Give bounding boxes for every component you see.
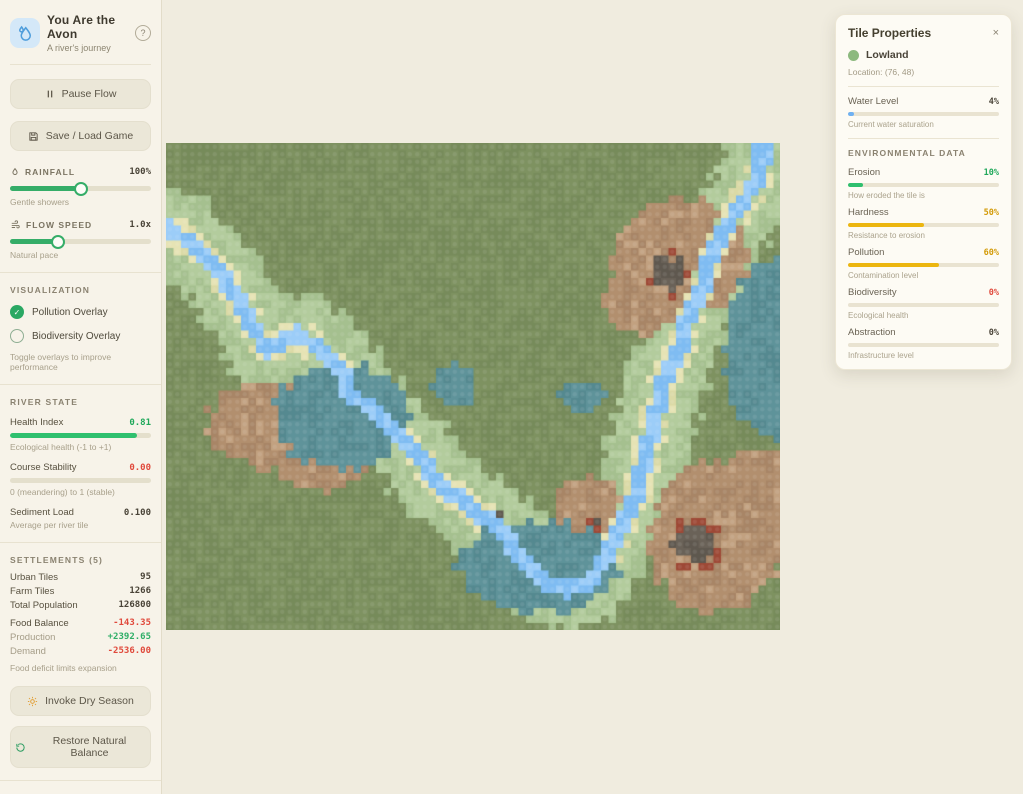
- course-stability-metric: Course Stability 0.00 0 (meandering) to …: [10, 462, 151, 497]
- terrain-type-label: Lowland: [866, 49, 909, 61]
- flow-speed-caption: Natural pace: [10, 250, 151, 260]
- rainfall-label: RAINFALL: [25, 167, 75, 177]
- biodiversity-metric: Biodiversity 0% Ecological health: [848, 287, 999, 320]
- settlements-heading: SETTLEMENTS (5): [10, 555, 151, 565]
- sun-icon: [27, 696, 38, 707]
- invoke-dry-season-button[interactable]: Invoke Dry Season: [10, 686, 151, 716]
- health-index-metric: Health Index 0.81 Ecological health (-1 …: [10, 417, 151, 452]
- river-state-heading: RIVER STATE: [10, 397, 151, 407]
- course-stability-bar: [10, 478, 151, 483]
- check-circle-icon: ✓: [10, 305, 24, 319]
- farm-tiles-row: Farm Tiles 1266: [10, 586, 151, 597]
- visualization-caption: Toggle overlays to improve performance: [10, 352, 151, 372]
- page-subtitle: A river's journey: [47, 43, 128, 53]
- course-stability-label: Course Stability: [10, 462, 77, 473]
- pause-flow-label: Pause Flow: [62, 88, 117, 100]
- sediment-load-label: Sediment Load: [10, 507, 74, 518]
- rainfall-slider-thumb[interactable]: [74, 182, 88, 196]
- pollution-metric: Pollution 60% Contamination level: [848, 247, 999, 280]
- health-index-value: 0.81: [129, 418, 151, 428]
- pause-flow-button[interactable]: Pause Flow: [10, 79, 151, 109]
- flow-speed-slider[interactable]: [10, 239, 151, 244]
- save-load-label: Save / Load Game: [46, 130, 134, 142]
- app-header: You Are the Avon A river's journey ?: [10, 0, 151, 65]
- flow-speed-slider-block: FLOW SPEED 1.0x Natural pace: [10, 220, 151, 260]
- erosion-metric: Erosion 10% How eroded the tile is: [848, 167, 999, 200]
- restore-icon: [15, 742, 26, 753]
- flow-speed-value: 1.0x: [129, 220, 151, 230]
- help-icon[interactable]: ?: [135, 25, 151, 41]
- demand-row: Demand -2536.00: [10, 646, 151, 657]
- empty-circle-icon: [10, 329, 24, 343]
- rainfall-caption: Gentle showers: [10, 197, 151, 207]
- flow-speed-slider-thumb[interactable]: [51, 235, 65, 249]
- sediment-load-value: 0.100: [124, 508, 151, 518]
- flow-speed-label: FLOW SPEED: [26, 220, 92, 230]
- game-map-canvas[interactable]: [166, 143, 780, 630]
- sidebar: You Are the Avon A river's journey ? Pau…: [0, 0, 162, 794]
- restore-natural-balance-label: Restore Natural Balance: [33, 735, 146, 759]
- save-icon: [28, 131, 39, 142]
- biodiversity-overlay-toggle[interactable]: Biodiversity Overlay: [10, 329, 151, 343]
- total-population-row: Total Population 126800: [10, 600, 151, 611]
- tile-properties-title: Tile Properties: [848, 26, 931, 40]
- rain-icon: [10, 167, 20, 177]
- urban-tiles-row: Urban Tiles 95: [10, 572, 151, 583]
- pause-icon: [45, 89, 55, 99]
- course-stability-caption: 0 (meandering) to 1 (stable): [10, 487, 151, 497]
- page-title: You Are the Avon: [47, 13, 128, 41]
- sediment-load-metric: Sediment Load 0.100 Average per river ti…: [10, 507, 151, 530]
- visualization-heading: VISUALIZATION: [10, 285, 151, 295]
- tile-location: Location: (76, 48): [848, 67, 999, 77]
- health-index-label: Health Index: [10, 417, 63, 428]
- sediment-load-caption: Average per river tile: [10, 520, 151, 530]
- app-logo-droplets-icon: [10, 18, 40, 48]
- water-level-metric: Water Level 4% Current water saturation: [848, 96, 999, 129]
- food-balance-row: Food Balance -143.35: [10, 618, 151, 629]
- rainfall-slider[interactable]: [10, 186, 151, 191]
- biodiversity-overlay-label: Biodiversity Overlay: [32, 331, 120, 342]
- close-icon[interactable]: ×: [993, 28, 999, 39]
- restore-natural-balance-button[interactable]: Restore Natural Balance: [10, 726, 151, 768]
- health-index-bar: [10, 433, 151, 438]
- rainfall-value: 100%: [129, 167, 151, 177]
- hardness-metric: Hardness 50% Resistance to erosion: [848, 207, 999, 240]
- rainfall-slider-block: RAINFALL 100% Gentle showers: [10, 167, 151, 207]
- abstraction-metric: Abstraction 0% Infrastructure level: [848, 327, 999, 360]
- terrain-color-dot: [848, 50, 859, 61]
- invoke-dry-season-label: Invoke Dry Season: [45, 695, 134, 707]
- environmental-data-heading: ENVIRONMENTAL DATA: [848, 148, 999, 158]
- health-index-caption: Ecological health (-1 to +1): [10, 442, 151, 452]
- production-row: Production +2392.65: [10, 632, 151, 643]
- settlements-caption: Food deficit limits expansion: [10, 663, 151, 673]
- pollution-overlay-toggle[interactable]: ✓ Pollution Overlay: [10, 305, 151, 319]
- course-stability-value: 0.00: [129, 463, 151, 473]
- tile-properties-panel: Tile Properties × Lowland Location: (76,…: [835, 14, 1012, 370]
- save-load-button[interactable]: Save / Load Game: [10, 121, 151, 151]
- pollution-overlay-label: Pollution Overlay: [32, 307, 108, 318]
- wind-icon: [10, 220, 21, 230]
